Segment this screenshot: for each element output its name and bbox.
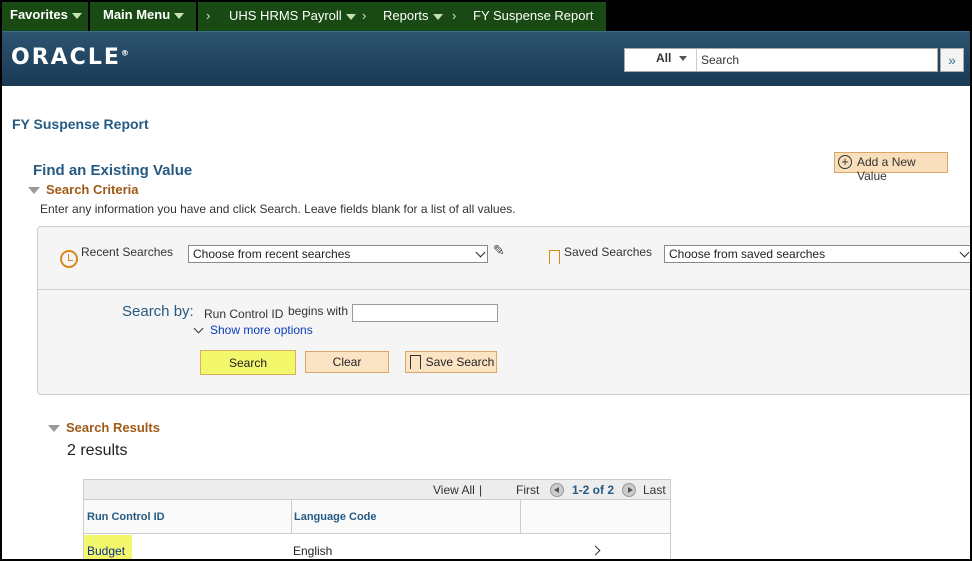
- chevron-right-icon[interactable]: [590, 545, 601, 556]
- table-row-id[interactable]: Budget: [84, 535, 132, 559]
- run-control-id-label: Run Control ID: [204, 307, 284, 321]
- bookmark-icon: [549, 250, 560, 266]
- clear-button[interactable]: Clear: [305, 351, 389, 373]
- search-scope-select[interactable]: All: [625, 49, 697, 71]
- section-heading: Search Criteria: [46, 182, 139, 197]
- results-grid: View All | First 1-2 of 2 Last Run Contr…: [83, 479, 671, 559]
- page-title: FY Suspense Report: [12, 116, 149, 132]
- chevron-down-icon: [475, 247, 486, 258]
- separator: |: [479, 483, 483, 497]
- table-row-language[interactable]: English: [293, 544, 332, 558]
- dropdown-arrow-icon: [679, 56, 688, 62]
- scope-label: All: [656, 51, 672, 65]
- last-link[interactable]: Last: [643, 483, 666, 497]
- range-label: 1-2 of 2: [572, 483, 615, 497]
- recent-searches-select[interactable]: Choose from recent searches: [188, 245, 488, 263]
- dropdown-arrow-icon: [345, 13, 356, 20]
- page-frame: Favorites Main Menu › UHS HRMS Payroll ›…: [0, 0, 972, 561]
- column-divider: [520, 500, 521, 534]
- chevron-right-icon: ›: [206, 8, 211, 23]
- panel-divider: [38, 289, 970, 290]
- chevron-right-icon: ›: [452, 8, 457, 23]
- search-input[interactable]: Search: [701, 53, 739, 67]
- double-chevron-right-icon: »: [948, 52, 956, 68]
- favorites-label: Favorites: [10, 7, 68, 22]
- oracle-logo: ORACLE®: [11, 45, 131, 70]
- save-search-button[interactable]: Save Search: [405, 351, 497, 373]
- logo-text: ORACLE: [11, 45, 121, 70]
- button-label: Save Search: [425, 355, 495, 369]
- main-menu-label: Main Menu: [103, 7, 171, 22]
- run-control-id-input[interactable]: [352, 304, 498, 322]
- add-new-label: Add a New Value: [857, 155, 916, 183]
- global-search: All Search: [624, 48, 938, 72]
- saved-searches-label: Saved Searches: [564, 245, 653, 259]
- dropdown-arrow-icon: [174, 12, 185, 19]
- oracle-banner: ORACLE® All Search »: [2, 31, 970, 86]
- chevron-down-icon: [193, 323, 204, 334]
- link-label: Show more options: [210, 323, 313, 337]
- breadcrumb-current[interactable]: FY Suspense Report: [473, 8, 593, 23]
- recent-searches-label: Recent Searches: [81, 245, 174, 259]
- breadcrumb-reports[interactable]: Reports: [383, 8, 443, 23]
- edit-pencil-icon[interactable]: ✎: [493, 242, 505, 259]
- breadcrumb: › UHS HRMS Payroll › Reports › FY Suspen…: [198, 2, 606, 31]
- favorites-menu[interactable]: Favorites: [2, 2, 88, 31]
- top-navigation: Favorites Main Menu › UHS HRMS Payroll ›…: [2, 2, 970, 31]
- breadcrumb-label: Reports: [383, 8, 429, 23]
- collapse-triangle-icon: [48, 425, 60, 433]
- chevron-down-icon: [959, 247, 970, 258]
- select-value: Choose from recent searches: [193, 247, 351, 261]
- next-arrow-icon[interactable]: [622, 483, 636, 497]
- criteria-hint: Enter any information you have and click…: [40, 202, 516, 216]
- column-run-control-id[interactable]: Run Control ID: [87, 511, 165, 523]
- bookmark-icon: [410, 355, 421, 371]
- show-more-options-link[interactable]: Show more options: [193, 323, 313, 337]
- history-clock-icon: [60, 250, 78, 268]
- saved-searches-select[interactable]: Choose from saved searches: [664, 245, 970, 263]
- results-count: 2 results: [67, 442, 128, 459]
- view-all-link[interactable]: View All: [433, 483, 475, 497]
- dropdown-arrow-icon: [71, 12, 82, 19]
- plus-circle-icon: +: [838, 155, 852, 169]
- main-menu[interactable]: Main Menu: [90, 2, 196, 31]
- breadcrumb-label: UHS HRMS Payroll: [229, 8, 342, 23]
- collapse-triangle-icon: [28, 187, 40, 195]
- column-language-code[interactable]: Language Code: [294, 511, 377, 523]
- search-criteria-toggle[interactable]: Search Criteria: [28, 182, 139, 197]
- grid-header: Run Control ID Language Code: [84, 500, 670, 534]
- column-divider: [291, 500, 292, 534]
- search-by-label: Search by:: [122, 303, 194, 320]
- grid-navigation-bar: View All | First 1-2 of 2 Last: [84, 480, 670, 500]
- select-value: Choose from saved searches: [669, 247, 826, 261]
- first-link[interactable]: First: [516, 483, 539, 497]
- add-new-value-button[interactable]: + Add a New Value: [834, 152, 948, 183]
- breadcrumb-payroll[interactable]: UHS HRMS Payroll: [229, 8, 356, 23]
- section-heading: Search Results: [66, 420, 160, 435]
- previous-arrow-icon[interactable]: [550, 483, 564, 497]
- search-go-button[interactable]: »: [940, 48, 964, 72]
- search-results-toggle[interactable]: Search Results: [48, 420, 160, 435]
- find-title: Find an Existing Value: [33, 162, 193, 179]
- search-button[interactable]: Search: [200, 350, 296, 375]
- dropdown-arrow-icon: [432, 13, 443, 20]
- operator-label: begins with: [288, 304, 349, 318]
- chevron-right-icon: ›: [362, 8, 367, 23]
